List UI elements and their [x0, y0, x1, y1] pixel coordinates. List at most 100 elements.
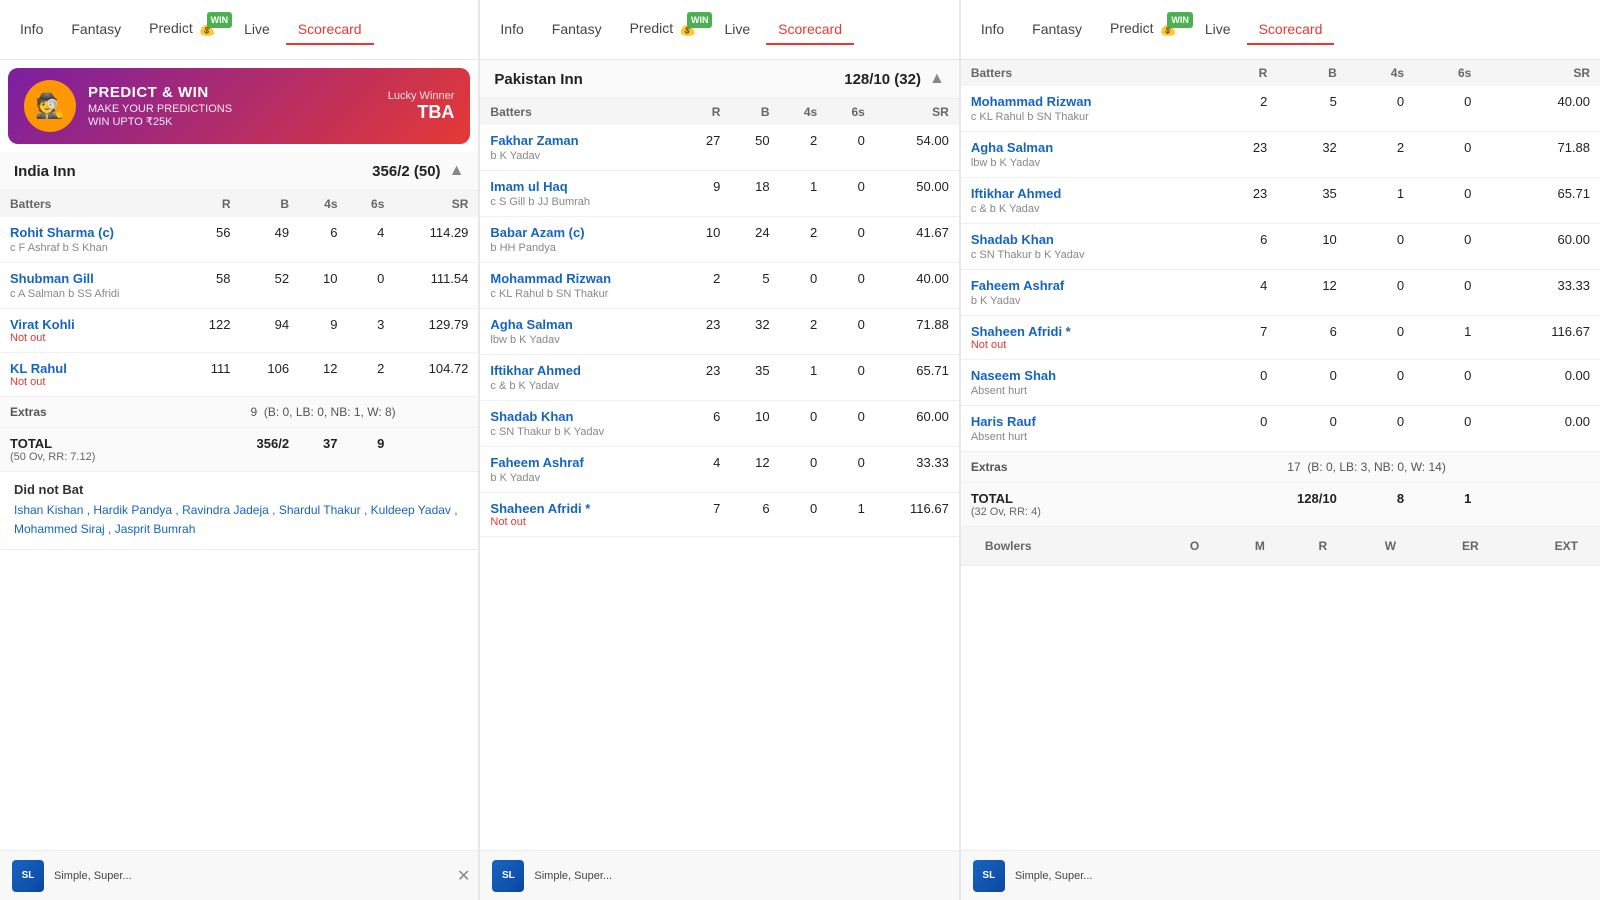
player-name[interactable]: Shadab Khan: [971, 232, 1205, 247]
player-info: c F Ashraf b S Khan: [10, 242, 172, 254]
total-row: TOTAL (50 Ov, RR: 7.12) 356/2 37 9: [0, 428, 478, 472]
india-bat-table: Batters R B 4s 6s SR Rohit Sharma (c) c …: [0, 191, 478, 472]
player-name[interactable]: KL Rahul: [10, 361, 172, 376]
table-row: Naseem Shah Absent hurt 00000.00: [961, 360, 1600, 406]
page-container: Info Fantasy Predict 💰 WIN Live Scorecar…: [0, 0, 1600, 900]
ad-banner-p2: SL Simple, Super...: [480, 850, 958, 900]
player-info: c KL Rahul b SN Thakur: [490, 288, 671, 300]
collapse-india-icon: ▲: [449, 162, 465, 180]
tab-info-p2[interactable]: Info: [488, 15, 535, 45]
close-ad-button[interactable]: ✕: [457, 866, 470, 886]
tab-fantasy-p3[interactable]: Fantasy: [1020, 15, 1094, 45]
promo-banner[interactable]: 🕵️ PREDICT & WIN MAKE YOUR PREDICTIONSWI…: [8, 68, 470, 144]
tab-fantasy-p2[interactable]: Fantasy: [540, 15, 614, 45]
player-name[interactable]: Shaheen Afridi *: [490, 501, 671, 516]
panel-3: Info Fantasy Predict 💰 WIN Live Scorecar…: [961, 0, 1600, 900]
tab-predict-p3[interactable]: Predict 💰 WIN: [1098, 14, 1189, 45]
col-6s-p3: 6s: [1414, 60, 1481, 86]
tab-predict-p2[interactable]: Predict 💰 WIN: [618, 14, 709, 45]
player-name[interactable]: Haris Rauf: [971, 414, 1205, 429]
table-row: Faheem Ashraf b K Yadav 4120033.33: [480, 447, 958, 493]
player-info: c & b K Yadav: [971, 203, 1205, 215]
india-bat-header-row: Batters R B 4s 6s SR: [0, 191, 478, 217]
tab-live-p3[interactable]: Live: [1193, 15, 1243, 45]
ad-text: Simple, Super...: [54, 870, 132, 882]
not-out-label: Not out: [10, 332, 172, 344]
table-row: Rohit Sharma (c) c F Ashraf b S Khan 564…: [0, 217, 478, 263]
table-row: Shaheen Afridi * Not out 7601116.67: [480, 493, 958, 537]
tab-scorecard-p2[interactable]: Scorecard: [766, 15, 854, 45]
banner-title: PREDICT & WIN: [88, 84, 376, 101]
panel1-nav-tabs: Info Fantasy Predict 💰 WIN Live Scorecar…: [0, 0, 478, 60]
player-info: c S Gill b JJ Bumrah: [490, 196, 671, 208]
ad-logo-p3: SL: [973, 860, 1005, 892]
india-score-value: 356/2 (50): [372, 163, 440, 180]
table-row: Shubman Gill c A Salman b SS Afridi 5852…: [0, 263, 478, 309]
player-name[interactable]: Faheem Ashraf: [490, 455, 671, 470]
player-info: b K Yadav: [490, 150, 671, 162]
player-info: lbw b K Yadav: [971, 157, 1205, 169]
win-badge-p2: WIN: [687, 12, 713, 28]
tab-live-p2[interactable]: Live: [712, 15, 762, 45]
tab-scorecard-p1[interactable]: Scorecard: [286, 15, 374, 45]
ad-banner-p1: SL Simple, Super... ✕: [0, 850, 478, 900]
win-badge-p3: WIN: [1167, 12, 1193, 28]
india-innings-title: India Inn: [14, 163, 76, 180]
player-name[interactable]: Shaheen Afridi *: [971, 324, 1205, 339]
table-row: Haris Rauf Absent hurt 00000.00: [961, 406, 1600, 452]
panel-1: Info Fantasy Predict 💰 WIN Live Scorecar…: [0, 0, 479, 900]
table-row: Agha Salman lbw b K Yadav 23322071.88: [480, 309, 958, 355]
player-info: Absent hurt: [971, 431, 1205, 443]
player-name[interactable]: Agha Salman: [490, 317, 671, 332]
tab-fantasy-p1[interactable]: Fantasy: [59, 15, 133, 45]
player-name[interactable]: Rohit Sharma (c): [10, 225, 172, 240]
table-row: Iftikhar Ahmed c & b K Yadav 23351065.71: [480, 355, 958, 401]
tab-scorecard-p3[interactable]: Scorecard: [1247, 15, 1335, 45]
banner-right: Lucky Winner TBA: [388, 90, 455, 123]
india-innings-header[interactable]: India Inn 356/2 (50) ▲: [0, 152, 478, 191]
player-info: Absent hurt: [971, 385, 1205, 397]
ad-text-p2: Simple, Super...: [534, 870, 612, 882]
pak-innings-header[interactable]: Pakistan Inn 128/10 (32) ▲: [480, 60, 958, 99]
bowlers-section-header: Bowlers O M R W ER EXT: [961, 527, 1600, 566]
col-r: R: [182, 191, 241, 217]
tab-predict-p1[interactable]: Predict 💰 WIN: [137, 14, 228, 45]
dnb-label: Did not Bat: [14, 482, 464, 497]
lucky-winner-label: Lucky Winner: [388, 90, 455, 102]
player-name[interactable]: Faheem Ashraf: [971, 278, 1205, 293]
table-row: Shadab Khan c SN Thakur b K Yadav 610006…: [480, 401, 958, 447]
player-name[interactable]: Iftikhar Ahmed: [490, 363, 671, 378]
col-b-p3: B: [1277, 60, 1347, 86]
tab-info-p3[interactable]: Info: [969, 15, 1016, 45]
player-name[interactable]: Imam ul Haq: [490, 179, 671, 194]
player-name[interactable]: Virat Kohli: [10, 317, 172, 332]
table-row: Iftikhar Ahmed c & b K Yadav 23351065.71: [961, 178, 1600, 224]
banner-avatar: 🕵️: [24, 80, 76, 132]
player-name[interactable]: Mohammad Rizwan: [490, 271, 671, 286]
pak-bat-header-row-p3: Batters R B 4s 6s SR: [961, 60, 1600, 86]
pak-innings-title: Pakistan Inn: [494, 71, 582, 88]
col-4s-p3: 4s: [1347, 60, 1414, 86]
col-4s: 4s: [299, 191, 347, 217]
player-info: c KL Rahul b SN Thakur: [971, 111, 1205, 123]
tab-info-p1[interactable]: Info: [8, 15, 55, 45]
collapse-pak-icon: ▲: [929, 70, 945, 88]
player-name[interactable]: Agha Salman: [971, 140, 1205, 155]
col-b-p2: B: [730, 99, 779, 125]
player-info: b HH Pandya: [490, 242, 671, 254]
player-name[interactable]: Shubman Gill: [10, 271, 172, 286]
player-name[interactable]: Naseem Shah: [971, 368, 1205, 383]
player-name[interactable]: Mohammad Rizwan: [971, 94, 1205, 109]
player-name[interactable]: Shadab Khan: [490, 409, 671, 424]
col-batters-p2: Batters: [480, 99, 681, 125]
tab-live-p1[interactable]: Live: [232, 15, 282, 45]
col-b: B: [241, 191, 300, 217]
table-row: Babar Azam (c) b HH Pandya 10242041.67: [480, 217, 958, 263]
pak-bat-table-p3: Batters R B 4s 6s SR Mohammad Rizwan c K…: [961, 60, 1600, 527]
player-name[interactable]: Iftikhar Ahmed: [971, 186, 1205, 201]
col-batters-p3: Batters: [961, 60, 1215, 86]
banner-subtitle: MAKE YOUR PREDICTIONSWIN UPTO ₹25K: [88, 103, 376, 128]
player-name[interactable]: Fakhar Zaman: [490, 133, 671, 148]
col-r-p3: R: [1215, 60, 1277, 86]
player-name[interactable]: Babar Azam (c): [490, 225, 671, 240]
